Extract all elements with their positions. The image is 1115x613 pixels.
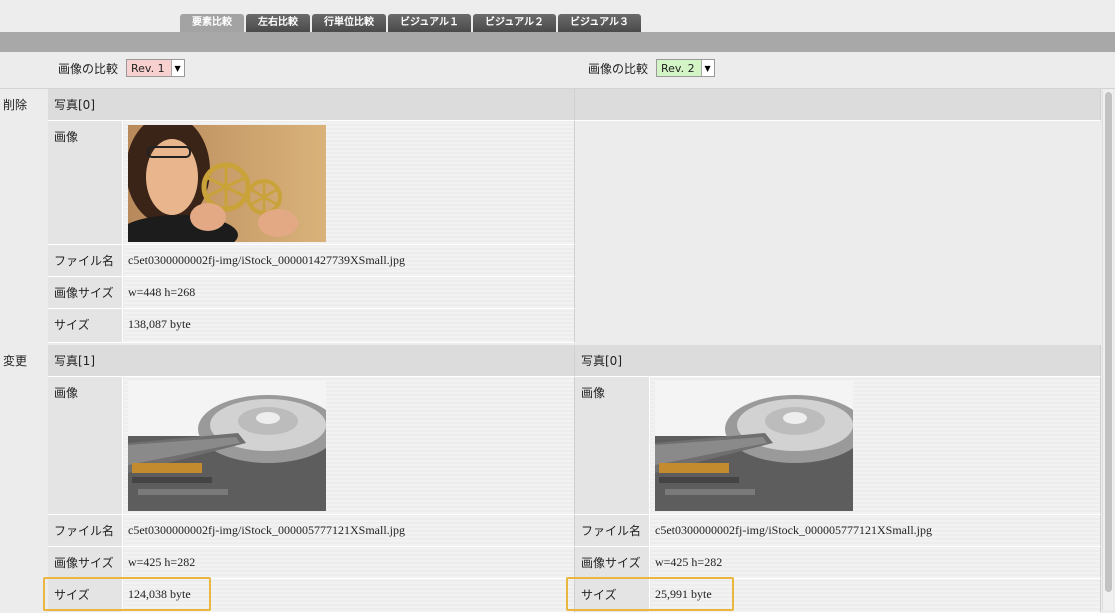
toolbar-strip bbox=[0, 32, 1115, 52]
image-size-label: 画像サイズ bbox=[575, 547, 650, 578]
image-cell bbox=[124, 377, 574, 514]
deleted-left-header: 写真[0] bbox=[48, 89, 575, 121]
deleted-right-empty bbox=[575, 121, 1101, 343]
photo-hard-drive-icon bbox=[655, 381, 853, 511]
deleted-right-header bbox=[575, 89, 1101, 121]
image-size-label: 画像サイズ bbox=[48, 547, 123, 578]
image-size-label: 画像サイズ bbox=[48, 277, 123, 308]
changed-left-header: 写真[1] bbox=[48, 345, 575, 377]
right-compare-label: 画像の比較 bbox=[588, 61, 649, 76]
tab-visual-1[interactable]: ビジュアル１ bbox=[388, 14, 471, 32]
filename-label: ファイル名 bbox=[575, 515, 650, 546]
image-cell bbox=[124, 121, 574, 244]
photo-woman-gears-icon bbox=[128, 125, 326, 242]
chevron-down-icon: ▼ bbox=[700, 60, 714, 76]
tab-side-by-side[interactable]: 左右比較 bbox=[246, 14, 310, 32]
tab-visual-2[interactable]: ビジュアル２ bbox=[473, 14, 556, 32]
left-revision-select[interactable]: Rev. 1 ▼ bbox=[126, 59, 185, 77]
right-revision-value: Rev. 2 bbox=[661, 61, 695, 75]
left-revision-value: Rev. 1 bbox=[131, 61, 165, 75]
right-revision-group: 画像の比較 Rev. 2 ▼ bbox=[588, 59, 715, 77]
size-highlight-left bbox=[43, 577, 211, 611]
image-size-value: w=425 h=282 bbox=[124, 547, 574, 578]
image-cell bbox=[651, 377, 1100, 514]
vertical-scrollbar[interactable] bbox=[1102, 90, 1113, 610]
changed-left-imgsize-row: 画像サイズ w=425 h=282 bbox=[48, 547, 575, 579]
tab-bar: 要素比較 左右比較 行単位比較 ビジュアル１ ビジュアル２ ビジュアル３ bbox=[0, 0, 1115, 32]
deleted-left-filename-row: ファイル名 c5et0300000002fj-img/iStock_000001… bbox=[48, 245, 575, 277]
chevron-down-icon: ▼ bbox=[170, 60, 184, 76]
size-label: サイズ bbox=[48, 309, 123, 342]
changed-right-header: 写真[0] bbox=[575, 345, 1101, 377]
filename-value: c5et0300000002fj-img/iStock_000001427739… bbox=[124, 245, 574, 276]
left-revision-group: 画像の比較 Rev. 1 ▼ bbox=[58, 59, 185, 77]
filename-label: ファイル名 bbox=[48, 515, 123, 546]
scrollbar-thumb[interactable] bbox=[1105, 92, 1112, 592]
image-size-value: w=425 h=282 bbox=[651, 547, 1100, 578]
changed-left-image-row: 画像 bbox=[48, 377, 575, 515]
right-revision-select[interactable]: Rev. 2 ▼ bbox=[656, 59, 715, 77]
image-label: 画像 bbox=[48, 121, 123, 244]
tabs: 要素比較 左右比較 行単位比較 ビジュアル１ ビジュアル２ ビジュアル３ bbox=[180, 14, 641, 32]
left-compare-label: 画像の比較 bbox=[58, 61, 119, 76]
changed-right-imgsize-row: 画像サイズ w=425 h=282 bbox=[575, 547, 1101, 579]
changed-left-filename-row: ファイル名 c5et0300000002fj-img/iStock_000005… bbox=[48, 515, 575, 547]
filename-value: c5et0300000002fj-img/iStock_000005777121… bbox=[124, 515, 574, 546]
tab-element-compare[interactable]: 要素比較 bbox=[180, 14, 244, 32]
deleted-left-image-row: 画像 bbox=[48, 121, 575, 245]
section-label-changed: 変更 bbox=[0, 345, 48, 613]
changed-right-filename-row: ファイル名 c5et0300000002fj-img/iStock_000005… bbox=[575, 515, 1101, 547]
comparison-table: 削除 写真[0] 画像 ファイル名 c5et0300000002fj-img/i… bbox=[0, 89, 1115, 613]
revision-bar: 画像の比較 Rev. 1 ▼ 画像の比較 Rev. 2 ▼ bbox=[0, 52, 1115, 89]
changed-right-image-row: 画像 bbox=[575, 377, 1101, 515]
image-label: 画像 bbox=[48, 377, 123, 514]
image-label: 画像 bbox=[575, 377, 650, 514]
tab-line-compare[interactable]: 行単位比較 bbox=[312, 14, 386, 32]
filename-value: c5et0300000002fj-img/iStock_000005777121… bbox=[651, 515, 1100, 546]
deleted-left-size-row: サイズ 138,087 byte bbox=[48, 309, 575, 343]
size-value: 138,087 byte bbox=[124, 309, 574, 342]
deleted-left-imgsize-row: 画像サイズ w=448 h=268 bbox=[48, 277, 575, 309]
filename-label: ファイル名 bbox=[48, 245, 123, 276]
size-highlight-right bbox=[566, 577, 734, 611]
tab-visual-3[interactable]: ビジュアル３ bbox=[558, 14, 641, 32]
image-size-value: w=448 h=268 bbox=[124, 277, 574, 308]
section-label-deleted: 削除 bbox=[0, 89, 48, 343]
photo-hard-drive-icon bbox=[128, 381, 326, 511]
